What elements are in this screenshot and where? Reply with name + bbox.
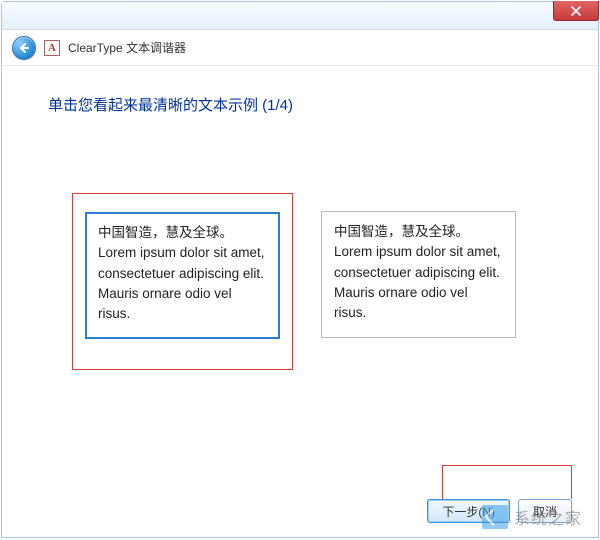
wizard-window: A ClearType 文本调谐器 单击您看起来最清晰的文本示例 (1/4) 中… xyxy=(1,1,599,538)
text-sample-row: 中国智造，慧及全球。 Lorem ipsum dolor sit amet, c… xyxy=(38,193,562,370)
content-area: 单击您看起来最清晰的文本示例 (1/4) 中国智造，慧及全球。 Lorem ip… xyxy=(2,66,598,537)
footer-area: 下一步(N) 取消 xyxy=(427,465,572,523)
sample-wrap: 中国智造，慧及全球。 Lorem ipsum dolor sit amet, c… xyxy=(309,193,528,370)
back-button[interactable] xyxy=(12,36,36,60)
cancel-button[interactable]: 取消 xyxy=(518,499,572,523)
app-title: ClearType 文本调谐器 xyxy=(68,39,186,56)
next-button[interactable]: 下一步(N) xyxy=(427,499,510,523)
text-sample-2[interactable]: 中国智造，慧及全球。 Lorem ipsum dolor sit amet, c… xyxy=(321,211,516,338)
close-icon xyxy=(571,6,581,16)
close-button[interactable] xyxy=(553,1,599,21)
app-icon: A xyxy=(44,40,60,56)
sample-highlight-box: 中国智造，慧及全球。 Lorem ipsum dolor sit amet, c… xyxy=(72,193,293,370)
header-bar: A ClearType 文本调谐器 xyxy=(2,30,598,66)
title-bar xyxy=(2,2,598,30)
arrow-left-icon xyxy=(18,42,30,54)
footer-highlight-box xyxy=(442,465,572,499)
page-heading: 单击您看起来最清晰的文本示例 (1/4) xyxy=(48,94,562,115)
text-sample-1[interactable]: 中国智造，慧及全球。 Lorem ipsum dolor sit amet, c… xyxy=(85,212,280,339)
